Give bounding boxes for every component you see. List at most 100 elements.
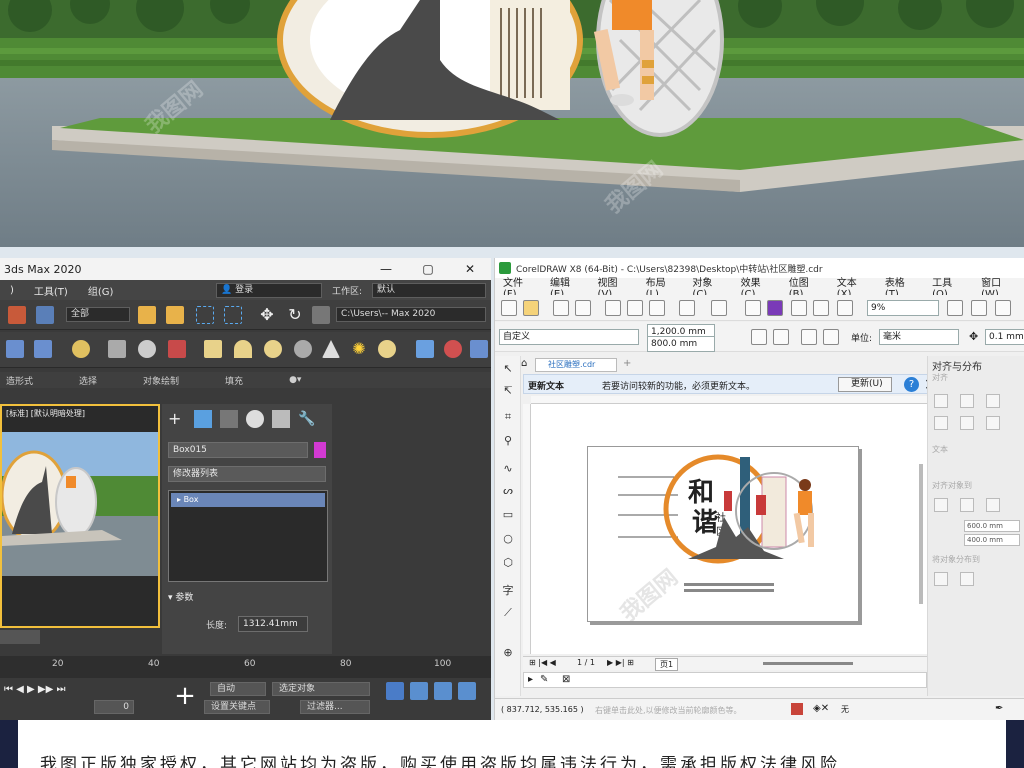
search-content-icon[interactable] (745, 300, 761, 316)
rulers-icon[interactable] (971, 300, 987, 316)
move-icon[interactable]: ✥ (258, 306, 276, 324)
eye-icon[interactable]: ●▾ (289, 375, 301, 385)
torus-icon[interactable] (294, 340, 312, 358)
paste-icon[interactable] (649, 300, 665, 316)
outline-indicator-icon[interactable]: ◈✕ (813, 703, 829, 714)
parameters-rollout[interactable]: ▾ 参数 (168, 590, 326, 604)
doc-tab[interactable]: 社区雕塑.cdr (535, 358, 617, 372)
geosphere-icon[interactable] (378, 340, 396, 358)
pick-tool-icon[interactable]: ↖ (500, 362, 516, 378)
minimize-button[interactable]: — (365, 258, 407, 280)
rectangle-tool-icon[interactable]: ▭ (500, 508, 516, 524)
current-page-icon[interactable] (823, 329, 839, 345)
zoom-level-dropdown[interactable]: 9% (867, 300, 939, 316)
zoom-tool-icon[interactable]: ⚲ (500, 434, 516, 450)
zoom-all-icon[interactable] (410, 682, 428, 700)
menu-tools[interactable]: 工具(T) (24, 283, 78, 298)
region-select-icon[interactable] (196, 306, 214, 324)
distribute-left-icon[interactable] (934, 572, 948, 586)
render-setup-icon[interactable] (6, 340, 24, 358)
align-bottom-icon[interactable] (986, 416, 1000, 430)
page-nav-next[interactable]: ▶ ▶| ⊞ (607, 658, 634, 667)
help-icon[interactable]: ? (904, 377, 919, 392)
align-right-icon[interactable] (986, 394, 1000, 408)
plane-icon[interactable] (416, 340, 434, 358)
login-dropdown[interactable]: 👤 登录 (216, 283, 322, 298)
page-height-field[interactable]: 800.0 mm (647, 336, 715, 352)
particle-icon[interactable] (444, 340, 462, 358)
perspective-viewport[interactable]: [标准] [默认明暗处理] (0, 404, 160, 628)
light-icon[interactable]: ✺ (350, 340, 368, 358)
distribute-center-icon[interactable] (960, 572, 974, 586)
align-center-icon[interactable] (960, 394, 974, 408)
material-icon[interactable] (108, 340, 126, 358)
select-object-icon[interactable] (138, 306, 156, 324)
timeline[interactable]: 20 40 60 80 100 (0, 656, 491, 678)
utilities-tab-icon[interactable]: 🔧 (298, 410, 316, 428)
print-icon[interactable] (575, 300, 591, 316)
page-nav-arrows[interactable]: ⊞ |◀ ◀ (529, 658, 556, 667)
modifier-stack[interactable]: ▸ Box (168, 490, 328, 582)
crop-tool-icon[interactable]: ⌗ (500, 410, 516, 426)
eyedropper-icon[interactable]: ✎ (540, 674, 548, 685)
parallel-dimension-icon[interactable]: ⟋ (500, 606, 516, 622)
select-by-name-icon[interactable] (166, 306, 184, 324)
import-icon[interactable] (767, 300, 783, 316)
portrait-icon[interactable] (751, 329, 767, 345)
path-dropdown[interactable]: C:\Users\-- Max 2020 (336, 307, 486, 322)
horizontal-scrollbar[interactable] (763, 662, 853, 665)
script-icon[interactable] (470, 340, 488, 358)
rotate-icon[interactable]: ↻ (286, 306, 304, 324)
time-slider[interactable] (0, 630, 40, 644)
all-pages-icon[interactable] (801, 329, 817, 345)
auto-key-button[interactable]: 自动 (210, 682, 266, 696)
hierarchy-tab-icon[interactable] (220, 410, 238, 428)
align-top-icon[interactable] (934, 416, 948, 430)
no-color-swatch[interactable]: ⊠ (562, 674, 570, 685)
add-tool-icon[interactable]: ⊕ (500, 646, 516, 662)
open-icon[interactable] (523, 300, 539, 316)
bind-spacewarp-icon[interactable] (36, 306, 54, 324)
polygon-tool-icon[interactable]: ⬡ (500, 556, 516, 572)
stack-item-box[interactable]: ▸ Box (171, 493, 325, 507)
snap-to-icon[interactable] (995, 300, 1011, 316)
motion-tab-icon[interactable] (246, 410, 264, 428)
dome-icon[interactable] (234, 340, 252, 358)
freehand-tool-icon[interactable]: ∿ (500, 462, 516, 478)
length-field[interactable]: 1312.41mm (238, 616, 308, 632)
filters-button[interactable]: 过滤器... (300, 700, 370, 714)
vertical-scrollbar[interactable] (919, 464, 923, 604)
redo-icon[interactable] (711, 300, 727, 316)
close-button[interactable]: ✕ (449, 258, 491, 280)
selected-object-dropdown[interactable]: 选定对象 (272, 682, 370, 696)
shape-tool-icon[interactable]: ↸ (500, 384, 516, 400)
cone-icon[interactable] (322, 340, 340, 358)
tab-populate[interactable]: 填充 (225, 374, 243, 387)
export-icon[interactable] (791, 300, 807, 316)
docker-width-field[interactable]: 600.0 mm (964, 520, 1020, 532)
cut-icon[interactable] (605, 300, 621, 316)
new-document-icon[interactable] (501, 300, 517, 316)
pdf-icon[interactable] (837, 300, 853, 316)
render-frame-icon[interactable] (34, 340, 52, 358)
text-tool-icon[interactable]: 字 (500, 582, 516, 598)
sphere-icon[interactable] (138, 340, 156, 358)
zoom-icon[interactable] (386, 682, 404, 700)
playback-controls[interactable]: ⏮ ◀ ▶ ▶▶ ⏭ (4, 684, 65, 695)
unit-dropdown[interactable]: 毫米 (879, 329, 959, 345)
render-icon[interactable] (168, 340, 186, 358)
undo-icon[interactable] (679, 300, 695, 316)
box-icon[interactable] (204, 340, 222, 358)
nudge-distance-field[interactable]: 0.1 mm (985, 329, 1024, 345)
set-key-button[interactable]: 设置关键点 (204, 700, 270, 714)
ellipse-tool-icon[interactable]: ○ (500, 532, 516, 548)
page-preset-dropdown[interactable]: 自定义 (499, 329, 639, 345)
align-to-grid-icon[interactable] (986, 498, 1000, 512)
workspace-dropdown[interactable]: 默认 (372, 283, 486, 298)
align-left-icon[interactable] (934, 394, 948, 408)
align-middle-icon[interactable] (960, 416, 974, 430)
document-page[interactable]: 和 谐 社 区 (587, 446, 859, 622)
update-button[interactable]: 更新(U) (838, 377, 892, 392)
frame-field[interactable]: 0 (94, 700, 134, 714)
maximize-button[interactable]: ▢ (407, 258, 449, 280)
